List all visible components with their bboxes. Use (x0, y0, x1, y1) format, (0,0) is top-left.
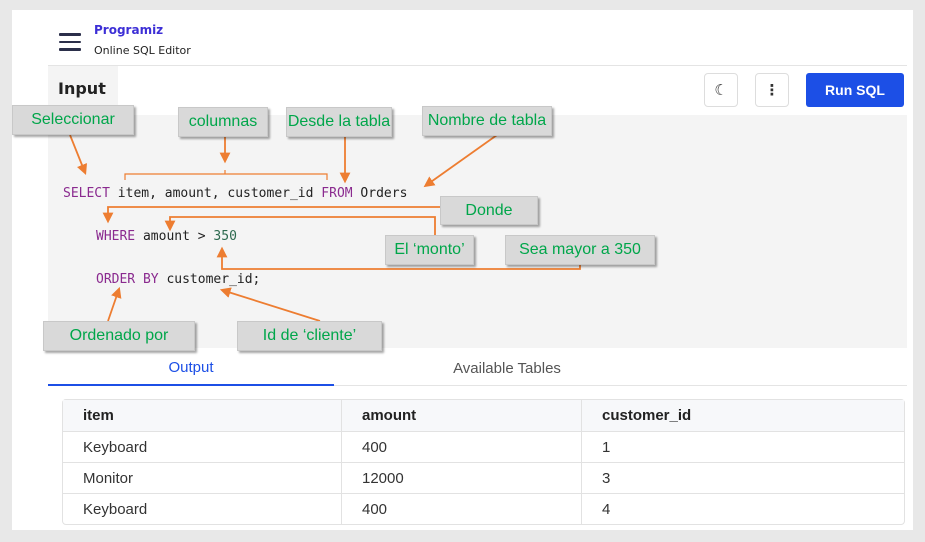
table-cell: Keyboard (83, 438, 148, 456)
table-cell: 400 (341, 432, 581, 462)
column-header: amount (341, 400, 581, 431)
column-header: item (83, 407, 114, 424)
annotation-select: Seleccionar (12, 105, 134, 135)
table-row: Monitor 12000 3 (63, 462, 904, 493)
table-cell: 400 (341, 494, 581, 524)
output-tabs: Output Available Tables (48, 350, 907, 386)
annotation-customer: Id de ‘cliente’ (237, 321, 382, 351)
annotation-from: Desde la tabla (286, 107, 392, 137)
table-cell: Monitor (83, 469, 134, 487)
table-row: Keyboard 400 1 (63, 431, 904, 462)
table-cell: 1 (581, 432, 904, 462)
annotation-columns: columnas (178, 107, 268, 137)
results-table: item amount customer_id Keyboard 400 1 M… (62, 399, 905, 525)
tab-output[interactable]: Output (48, 350, 334, 386)
tab-available-tables[interactable]: Available Tables (334, 350, 680, 386)
annotation-greater: Sea mayor a 350 (505, 235, 655, 265)
table-header: item amount customer_id (63, 400, 904, 431)
table-cell: Keyboard (83, 500, 148, 518)
annotation-table-name: Nombre de tabla (422, 106, 552, 136)
table-cell: 4 (581, 494, 904, 524)
annotation-where: Donde (440, 196, 538, 225)
table-cell: 3 (581, 463, 904, 493)
annotation-order-by: Ordenado por (43, 321, 195, 351)
table-row: Keyboard 400 4 (63, 493, 904, 524)
column-header: customer_id (581, 400, 904, 431)
annotation-amount: El ‘monto’ (385, 235, 474, 265)
table-cell: 12000 (341, 463, 581, 493)
